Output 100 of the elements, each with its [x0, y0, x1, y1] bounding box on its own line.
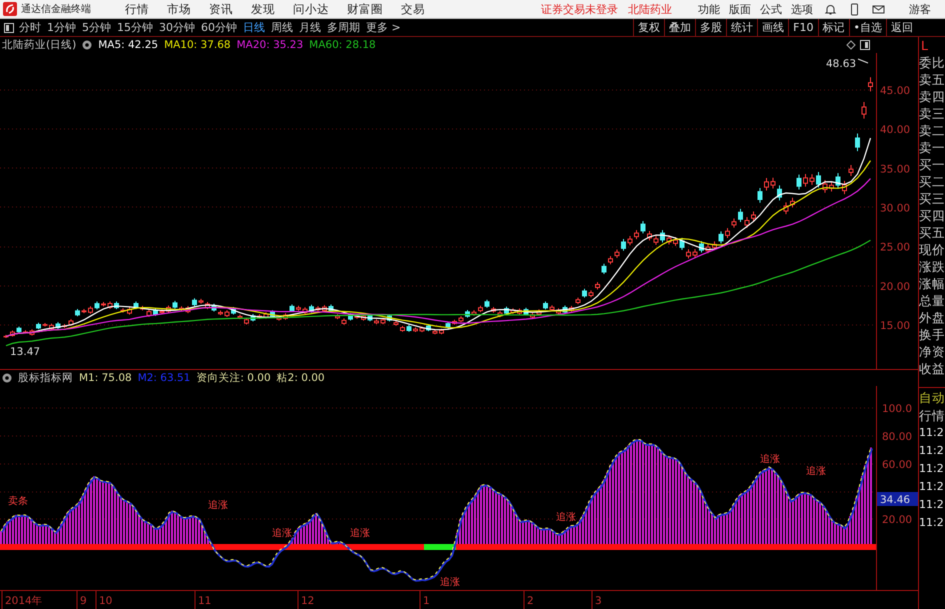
moving-average-value: MA60: 28.18	[309, 39, 376, 51]
quote-mode-label: 行情	[919, 407, 945, 424]
moving-average-value: MA5: 42.25	[98, 39, 158, 51]
price-axis-label: 40.00	[880, 124, 910, 136]
date-axis-label: 12	[301, 595, 314, 607]
chart-action-button[interactable]: 叠加	[664, 19, 696, 36]
price-axis-label: 45.00	[880, 85, 910, 97]
trade-time: 11:2	[919, 515, 945, 531]
period-tab[interactable]: 60分钟	[201, 20, 237, 35]
quote-field-label: 买二	[919, 173, 945, 190]
date-axis-label: 10	[99, 595, 112, 607]
signal-label: 追涨	[556, 512, 576, 523]
menu-item[interactable]: 资讯	[209, 2, 233, 16]
stock-name-link[interactable]: 北陆药业	[628, 2, 672, 16]
diamond-icon[interactable]	[846, 40, 856, 50]
signal-label: 卖条	[8, 496, 28, 507]
quote-field-label: 卖四	[919, 88, 945, 105]
chart-action-button[interactable]: 标记	[818, 19, 848, 36]
app-title: 通达信金融终端	[21, 2, 91, 16]
period-tab[interactable]: 多周期	[327, 20, 360, 35]
signal-label: 追涨	[440, 577, 460, 588]
current-value-badge: 34.46	[877, 492, 918, 506]
trade-time: 11:2	[919, 461, 945, 477]
chart-action-button[interactable]: 返回	[886, 19, 917, 36]
quote-field-label: 委比	[919, 54, 945, 71]
signal-label: 追涨	[272, 528, 292, 539]
bell-icon[interactable]	[824, 2, 837, 16]
quote-field-label: 买一	[919, 156, 945, 173]
panel-toggle-icon[interactable]	[4, 22, 14, 32]
period-tab[interactable]: 日线	[243, 20, 265, 35]
quote-field-label: 卖五	[919, 71, 945, 88]
quote-field-label: 卖二	[919, 122, 945, 139]
date-axis-label: 11	[198, 595, 212, 607]
signal-label: 追涨	[350, 528, 370, 539]
period-tab[interactable]: 更多 >	[366, 20, 401, 35]
indicator-value: M2: 63.51	[138, 372, 190, 384]
chart-action-button[interactable]: F10	[788, 19, 818, 36]
indicator-axis-label: 100.0	[882, 403, 912, 415]
date-axis-label: 3	[595, 595, 602, 607]
quote-field-label: 卖三	[919, 105, 945, 122]
signal-label: 追涨	[208, 500, 228, 511]
period-tab[interactable]: 15分钟	[117, 20, 153, 35]
indicator-axis-label: 20.00	[882, 514, 912, 526]
moving-average-value: MA20: 35.23	[236, 39, 304, 51]
quote-field-label: 卖一	[919, 139, 945, 156]
quote-mode-label: 自动	[919, 387, 945, 407]
price-axis-label: 30.00	[880, 202, 910, 214]
period-tab[interactable]: 5分钟	[82, 20, 111, 35]
indicator-title: 股标指标网	[18, 371, 73, 385]
trade-time: 11:2	[919, 497, 945, 513]
period-tab[interactable]: 周线	[271, 20, 293, 35]
trade-time: 11:2	[919, 479, 945, 495]
chart-action-button[interactable]: •自选	[848, 19, 886, 36]
chart-action-button[interactable]: 画线	[757, 19, 788, 36]
quote-field-label: 净资	[919, 343, 945, 360]
trade-time: 11:2	[919, 443, 945, 459]
chart-action-button[interactable]: 统计	[726, 19, 758, 36]
price-axis-label: 25.00	[880, 242, 910, 254]
toolbar-menu-item[interactable]: 功能	[698, 2, 720, 16]
user-label[interactable]: 游客	[909, 2, 931, 16]
toolbar-menu-item[interactable]: 选项	[791, 2, 813, 16]
period-tab[interactable]: 月线	[299, 20, 321, 35]
signal-label: 追涨	[760, 454, 780, 465]
price-axis-label: 20.00	[880, 280, 910, 293]
mail-icon[interactable]	[872, 2, 885, 16]
period-tab[interactable]: 分时	[19, 20, 41, 35]
toolbar-menu-item[interactable]: 公式	[760, 2, 782, 16]
quote-field-label: 现价	[919, 241, 945, 258]
quote-field-label: 买四	[919, 207, 945, 224]
panel-corner-label: L	[920, 37, 929, 54]
chart-action-button[interactable]: 复权	[633, 19, 664, 36]
menu-item[interactable]: 交易	[401, 2, 425, 16]
date-axis-label: 1	[423, 595, 430, 607]
date-axis-label: 2	[527, 595, 534, 607]
period-tab[interactable]: 30分钟	[159, 20, 195, 35]
phone-icon[interactable]	[848, 2, 861, 16]
date-axis-label: 9	[80, 595, 87, 607]
window-icon[interactable]	[860, 40, 870, 50]
period-tab[interactable]: 1分钟	[47, 20, 76, 35]
menu-item[interactable]: 问小达	[293, 2, 329, 16]
menu-item[interactable]: 行情	[125, 2, 149, 16]
menu-item[interactable]: 市场	[167, 2, 191, 16]
chart-title: 北陆药业(日线)	[2, 38, 76, 52]
low-price-label: 13.47	[10, 346, 40, 358]
chart-action-button[interactable]: 多股	[695, 19, 726, 36]
quote-field-label: 买三	[919, 190, 945, 207]
indicator-axis-label: 80.00	[882, 431, 912, 443]
menu-item[interactable]: 财富圈	[347, 2, 383, 16]
price-axis-label: 15.00	[880, 320, 910, 332]
toolbar-menu-item[interactable]: 版面	[729, 2, 751, 16]
moving-average-value: MA10: 37.68	[164, 39, 231, 51]
quote-field-label: 涨跌	[919, 258, 945, 275]
menu-item[interactable]: 发现	[251, 2, 275, 16]
quote-field-label: 买五	[919, 224, 945, 241]
high-price-label: 48.63	[826, 58, 856, 70]
price-axis-label: 35.00	[880, 163, 910, 176]
login-status-link[interactable]: 证券交易未登录	[541, 2, 618, 16]
signal-label: 追涨	[806, 466, 826, 477]
date-axis-label: 2014年	[5, 595, 43, 607]
quote-field-label: 总量	[919, 292, 945, 309]
